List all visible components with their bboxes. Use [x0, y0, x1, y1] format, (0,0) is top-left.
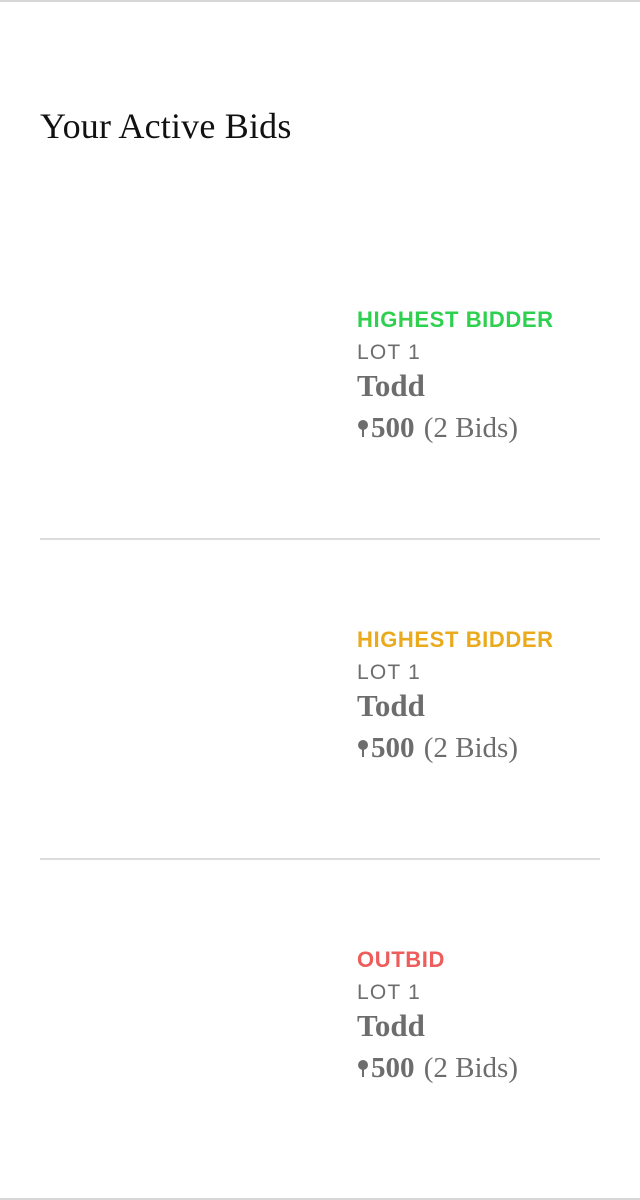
bid-count: (2 Bids) [423, 412, 518, 444]
paddle-currency-icon [357, 419, 369, 439]
bid-status: OUTBID [357, 947, 445, 972]
lot-title[interactable]: Todd [357, 688, 597, 724]
bid-status: HIGHEST BIDDER [357, 307, 554, 332]
bid-count: (2 Bids) [423, 1052, 518, 1084]
lot-number: LOT 1 [357, 661, 421, 684]
lot-title[interactable]: Todd [357, 368, 597, 404]
bid-amount: 500 [371, 1052, 415, 1084]
lot-image[interactable] [40, 260, 320, 500]
paddle-currency-icon [357, 1059, 369, 1079]
top-border [0, 0, 640, 2]
bid-info: HIGHEST BIDDER LOT 1 Todd 500 (2 Bids) [357, 306, 597, 446]
lot-image[interactable] [40, 900, 320, 1140]
bid-amount: 500 [371, 732, 415, 764]
bid-card[interactable]: OUTBID LOT 1 Todd 500 (2 Bids) [40, 860, 600, 1180]
bid-card[interactable]: HIGHEST BIDDER LOT 1 Todd 500 (2 Bids) [40, 220, 600, 540]
bid-amount: 500 [371, 412, 415, 444]
bid-info: HIGHEST BIDDER LOT 1 Todd 500 (2 Bids) [357, 626, 597, 766]
bid-status: HIGHEST BIDDER [357, 627, 554, 652]
lot-image[interactable] [40, 580, 320, 820]
paddle-currency-icon [357, 739, 369, 759]
lot-number: LOT 1 [357, 981, 421, 1004]
page-title: Your Active Bids [40, 106, 292, 146]
price-row: 500 (2 Bids) [357, 1050, 597, 1086]
bid-card[interactable]: HIGHEST BIDDER LOT 1 Todd 500 (2 Bids) [40, 540, 600, 860]
lot-title[interactable]: Todd [357, 1008, 597, 1044]
price-row: 500 (2 Bids) [357, 410, 597, 446]
price-row: 500 (2 Bids) [357, 730, 597, 766]
bid-info: OUTBID LOT 1 Todd 500 (2 Bids) [357, 946, 597, 1086]
lot-number: LOT 1 [357, 341, 421, 364]
bid-count: (2 Bids) [423, 732, 518, 764]
